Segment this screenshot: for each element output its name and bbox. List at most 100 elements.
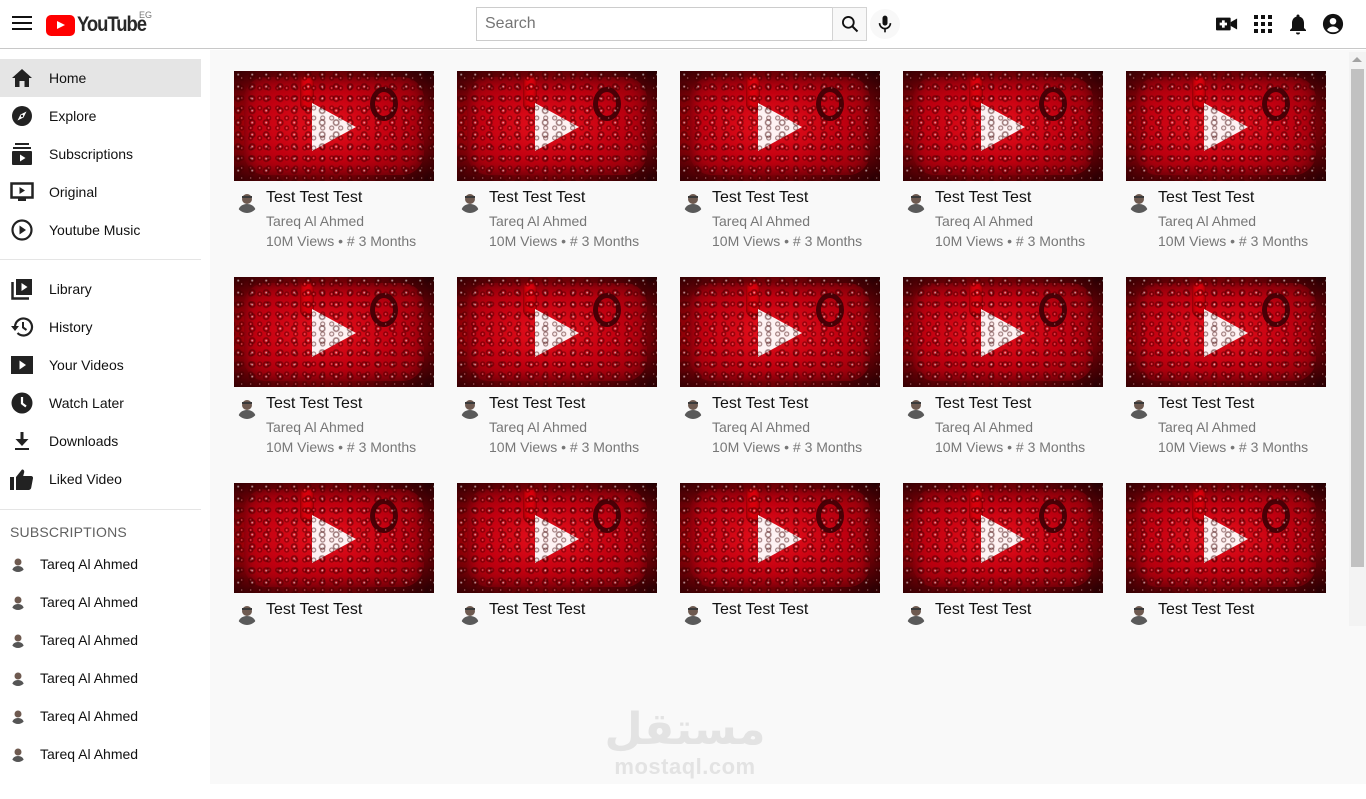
channel-name[interactable]: Tareq Al Ahmed bbox=[266, 213, 364, 229]
video-title[interactable]: Test Test Test bbox=[266, 601, 362, 619]
sidebar-item-explore[interactable]: Explore bbox=[0, 97, 201, 135]
channel-name[interactable]: Tareq Al Ahmed bbox=[1158, 213, 1256, 229]
subscription-item[interactable]: Tareq Al Ahmed bbox=[0, 545, 201, 583]
video-card[interactable]: Test Test Test bbox=[1126, 483, 1326, 625]
channel-avatar[interactable] bbox=[236, 191, 258, 213]
channel-avatar[interactable] bbox=[459, 397, 481, 419]
video-thumbnail[interactable] bbox=[903, 277, 1103, 387]
sidebar-item-original[interactable]: Original bbox=[0, 173, 201, 211]
subscription-item[interactable]: Tareq Al Ahmed bbox=[0, 583, 201, 621]
video-thumbnail[interactable] bbox=[234, 71, 434, 181]
channel-avatar[interactable] bbox=[1128, 191, 1150, 213]
video-thumbnail[interactable] bbox=[680, 71, 880, 181]
video-title[interactable]: Test Test Test bbox=[1158, 601, 1254, 619]
channel-name[interactable]: Tareq Al Ahmed bbox=[489, 213, 587, 229]
channel-name[interactable]: Tareq Al Ahmed bbox=[935, 419, 1033, 435]
video-card[interactable]: Test Test Test bbox=[680, 483, 880, 625]
channel-name[interactable]: Tareq Al Ahmed bbox=[1158, 419, 1256, 435]
video-thumbnail[interactable] bbox=[903, 483, 1103, 593]
video-card[interactable]: Test Test Test Tareq Al Ahmed 10M Views • … bbox=[234, 277, 434, 455]
video-thumbnail[interactable] bbox=[680, 277, 880, 387]
channel-name[interactable]: Tareq Al Ahmed bbox=[712, 419, 810, 435]
video-thumbnail[interactable] bbox=[457, 71, 657, 181]
subscription-item[interactable]: Tareq Al Ahmed bbox=[0, 621, 201, 659]
video-thumbnail[interactable] bbox=[1126, 483, 1326, 593]
channel-avatar[interactable] bbox=[905, 603, 927, 625]
video-card[interactable]: Test Test Test Tareq Al Ahmed 10M Views • … bbox=[903, 71, 1103, 249]
video-title[interactable]: Test Test Test bbox=[935, 395, 1031, 413]
video-card[interactable]: Test Test Test Tareq Al Ahmed 10M Views • … bbox=[1126, 277, 1326, 455]
video-title[interactable]: Test Test Test bbox=[489, 395, 585, 413]
video-thumbnail[interactable] bbox=[680, 483, 880, 593]
sidebar-item-watch-later[interactable]: Watch Later bbox=[0, 384, 201, 422]
scrollbar[interactable] bbox=[1349, 52, 1366, 626]
video-title[interactable]: Test Test Test bbox=[935, 601, 1031, 619]
sidebar-item-youtube-music[interactable]: Youtube Music bbox=[0, 211, 201, 249]
voice-search-button[interactable] bbox=[870, 9, 900, 39]
channel-avatar[interactable] bbox=[459, 191, 481, 213]
channel-avatar[interactable] bbox=[682, 397, 704, 419]
channel-avatar[interactable] bbox=[682, 603, 704, 625]
video-thumbnail[interactable] bbox=[457, 277, 657, 387]
channel-avatar[interactable] bbox=[1128, 397, 1150, 419]
video-thumbnail[interactable] bbox=[457, 483, 657, 593]
your-videos-icon bbox=[10, 353, 34, 377]
channel-avatar[interactable] bbox=[905, 397, 927, 419]
video-title[interactable]: Test Test Test bbox=[712, 601, 808, 619]
video-title[interactable]: Test Test Test bbox=[266, 189, 362, 207]
apps-button[interactable] bbox=[1251, 12, 1275, 36]
video-thumbnail[interactable] bbox=[1126, 71, 1326, 181]
channel-avatar[interactable] bbox=[682, 191, 704, 213]
sidebar-item-library[interactable]: Library bbox=[0, 270, 201, 308]
video-title[interactable]: Test Test Test bbox=[935, 189, 1031, 207]
sidebar-item-your-videos[interactable]: Your Videos bbox=[0, 346, 201, 384]
video-thumbnail[interactable] bbox=[234, 483, 434, 593]
search-input[interactable] bbox=[476, 7, 833, 41]
sidebar-item-subscriptions[interactable]: Subscriptions bbox=[0, 135, 201, 173]
video-title[interactable]: Test Test Test bbox=[489, 601, 585, 619]
video-title[interactable]: Test Test Test bbox=[489, 189, 585, 207]
video-card[interactable]: Test Test Test Tareq Al Ahmed 10M Views • … bbox=[903, 277, 1103, 455]
video-card[interactable]: Test Test Test Tareq Al Ahmed 10M Views • … bbox=[457, 277, 657, 455]
channel-avatar[interactable] bbox=[1128, 603, 1150, 625]
video-title[interactable]: Test Test Test bbox=[712, 395, 808, 413]
channel-name[interactable]: Tareq Al Ahmed bbox=[489, 419, 587, 435]
video-card[interactable]: Test Test Test Tareq Al Ahmed 10M Views • … bbox=[457, 71, 657, 249]
video-thumbnail[interactable] bbox=[903, 71, 1103, 181]
channel-avatar[interactable] bbox=[459, 603, 481, 625]
video-thumbnail[interactable] bbox=[234, 277, 434, 387]
sidebar-item-downloads[interactable]: Downloads bbox=[0, 422, 201, 460]
channel-avatar[interactable] bbox=[905, 191, 927, 213]
subscription-item[interactable]: Tareq Al Ahmed bbox=[0, 697, 201, 735]
sidebar-item-liked-video[interactable]: Liked Video bbox=[0, 460, 201, 498]
video-title[interactable]: Test Test Test bbox=[266, 395, 362, 413]
create-button[interactable] bbox=[1215, 12, 1239, 36]
menu-icon[interactable] bbox=[12, 16, 32, 32]
video-card[interactable]: Test Test Test bbox=[903, 483, 1103, 625]
channel-name[interactable]: Tareq Al Ahmed bbox=[712, 213, 810, 229]
video-card[interactable]: Test Test Test Tareq Al Ahmed 10M Views • … bbox=[234, 71, 434, 249]
video-card[interactable]: Test Test Test bbox=[457, 483, 657, 625]
search-button[interactable] bbox=[832, 7, 867, 41]
notifications-button[interactable] bbox=[1286, 12, 1310, 36]
video-title[interactable]: Test Test Test bbox=[1158, 189, 1254, 207]
channel-avatar[interactable] bbox=[236, 603, 258, 625]
video-card[interactable]: Test Test Test Tareq Al Ahmed 10M Views • … bbox=[680, 71, 880, 249]
scrollbar-thumb[interactable] bbox=[1351, 69, 1364, 567]
video-title[interactable]: Test Test Test bbox=[712, 189, 808, 207]
channel-avatar[interactable] bbox=[236, 397, 258, 419]
subscription-item[interactable]: Tareq Al Ahmed bbox=[0, 659, 201, 697]
video-card[interactable]: Test Test Test Tareq Al Ahmed 10M Views • … bbox=[1126, 71, 1326, 249]
account-button[interactable] bbox=[1321, 12, 1345, 36]
video-card[interactable]: Test Test Test bbox=[234, 483, 434, 625]
sidebar-item-home[interactable]: Home bbox=[0, 59, 201, 97]
sidebar-item-history[interactable]: History bbox=[0, 308, 201, 346]
channel-name[interactable]: Tareq Al Ahmed bbox=[266, 419, 364, 435]
video-card[interactable]: Test Test Test Tareq Al Ahmed 10M Views • … bbox=[680, 277, 880, 455]
subscription-item[interactable]: Tareq Al Ahmed bbox=[0, 735, 201, 773]
channel-name[interactable]: Tareq Al Ahmed bbox=[935, 213, 1033, 229]
video-thumbnail[interactable] bbox=[1126, 277, 1326, 387]
video-title[interactable]: Test Test Test bbox=[1158, 395, 1254, 413]
channel-avatar bbox=[10, 708, 26, 724]
scroll-up-arrow-icon[interactable] bbox=[1352, 57, 1362, 62]
